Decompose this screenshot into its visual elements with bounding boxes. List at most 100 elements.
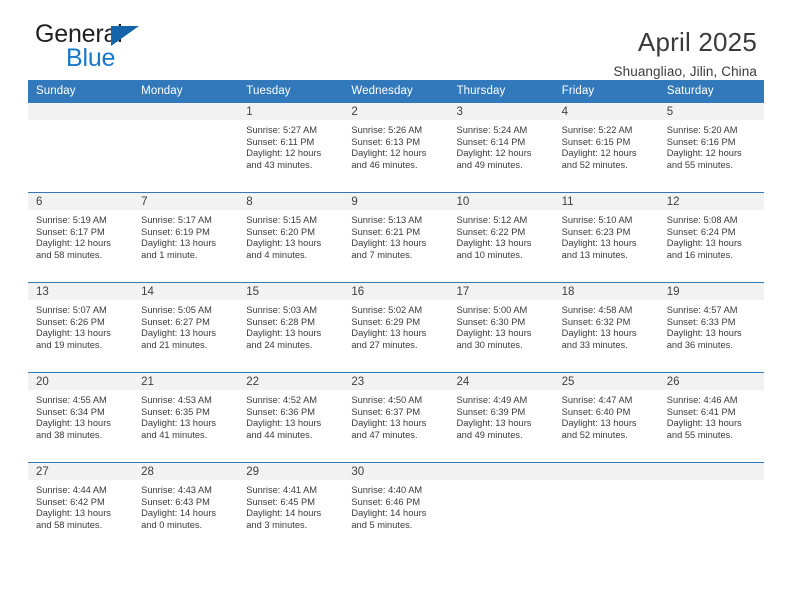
day-sun-info: Sunrise: 5:02 AM Sunset: 6:29 PM Dayligh… (351, 305, 427, 350)
calendar-day-cell[interactable]: 4 Sunrise: 5:22 AM Sunset: 6:15 PM Daylig… (553, 103, 659, 192)
calendar-day-cell[interactable]: 8 Sunrise: 5:15 AM Sunset: 6:20 PM Daylig… (238, 193, 344, 282)
weekday-header-thursday: Thursday (456, 85, 506, 97)
day-number-band: 3 (448, 103, 554, 121)
day-sun-info: Sunrise: 4:40 AM Sunset: 6:46 PM Dayligh… (351, 485, 427, 530)
calendar-day-cell[interactable]: 1 Sunrise: 5:27 AM Sunset: 6:11 PM Daylig… (238, 103, 344, 192)
weekday-header-row: Sunday Monday Tuesday Wednesday Thursday… (28, 80, 764, 103)
logo-triangle-icon (111, 26, 139, 46)
day-number: 8 (246, 196, 253, 208)
day-number-band: 17 (448, 283, 554, 301)
calendar-day-cell-empty (553, 463, 659, 552)
calendar-day-cell[interactable]: 2 Sunrise: 5:26 AM Sunset: 6:13 PM Daylig… (343, 103, 449, 192)
calendar-day-cell[interactable]: 30 Sunrise: 4:40 AM Sunset: 6:46 PM Dayli… (343, 463, 449, 552)
calendar-day-cell[interactable]: 7 Sunrise: 5:17 AM Sunset: 6:19 PM Daylig… (133, 193, 239, 282)
calendar-day-cell[interactable]: 28 Sunrise: 4:43 AM Sunset: 6:43 PM Dayli… (133, 463, 239, 552)
calendar-day-cell-empty (28, 103, 134, 192)
day-number: 4 (561, 106, 569, 118)
day-number-band: 18 (553, 283, 659, 301)
day-sun-info: Sunrise: 4:47 AM Sunset: 6:40 PM Dayligh… (561, 395, 637, 440)
day-sun-info: Sunrise: 5:10 AM Sunset: 6:23 PM Dayligh… (561, 215, 637, 260)
day-number: 21 (141, 376, 154, 388)
day-sun-info: Sunrise: 4:50 AM Sunset: 6:37 PM Dayligh… (351, 395, 427, 440)
day-number: 1 (246, 106, 253, 118)
day-sun-info: Sunrise: 5:19 AM Sunset: 6:17 PM Dayligh… (36, 215, 111, 260)
day-number: 14 (141, 286, 154, 298)
day-number-band (448, 463, 554, 481)
calendar-day-cell[interactable]: 13 Sunrise: 5:07 AM Sunset: 6:26 PM Dayli… (28, 283, 134, 372)
day-sun-info: Sunrise: 5:12 AM Sunset: 6:22 PM Dayligh… (456, 215, 532, 260)
calendar-day-cell[interactable]: 18 Sunrise: 4:58 AM Sunset: 6:32 PM Dayli… (553, 283, 659, 372)
weekday-header-monday: Monday (141, 85, 183, 97)
day-number: 11 (561, 196, 574, 208)
calendar-day-cell[interactable]: 6 Sunrise: 5:19 AM Sunset: 6:17 PM Daylig… (28, 193, 134, 282)
calendar-day-cell[interactable]: 3 Sunrise: 5:24 AM Sunset: 6:14 PM Daylig… (448, 103, 554, 192)
page-header: General Blue April 2025 Shuangliao, Jili… (28, 0, 764, 79)
calendar-day-cell[interactable]: 21 Sunrise: 4:53 AM Sunset: 6:35 PM Dayli… (133, 373, 239, 462)
day-sun-info: Sunrise: 4:57 AM Sunset: 6:33 PM Dayligh… (666, 305, 742, 350)
location-subtitle: Shuangliao, Jilin, China (613, 63, 757, 79)
day-sun-info: Sunrise: 5:17 AM Sunset: 6:19 PM Dayligh… (141, 215, 217, 260)
calendar-day-cell[interactable]: 12 Sunrise: 5:08 AM Sunset: 6:24 PM Dayli… (658, 193, 764, 282)
weekday-header-table: Sunday Monday Tuesday Wednesday Thursday… (28, 80, 764, 103)
day-number: 25 (561, 376, 575, 388)
day-sun-info: Sunrise: 4:58 AM Sunset: 6:32 PM Dayligh… (561, 305, 637, 350)
day-number: 23 (351, 376, 365, 388)
day-number: 29 (246, 466, 260, 478)
day-number-band: 23 (343, 373, 449, 391)
day-number-band (658, 463, 764, 481)
day-number: 10 (456, 196, 470, 208)
day-number-band: 30 (343, 463, 449, 481)
day-number: 27 (36, 466, 49, 478)
day-number: 12 (666, 196, 680, 208)
calendar-day-cell[interactable]: 11 Sunrise: 5:10 AM Sunset: 6:23 PM Dayli… (553, 193, 659, 282)
calendar-week-row: 27 Sunrise: 4:44 AM Sunset: 6:42 PM Dayli… (28, 462, 764, 552)
calendar-day-cell[interactable]: 17 Sunrise: 5:00 AM Sunset: 6:30 PM Dayli… (448, 283, 554, 372)
day-number-band (553, 463, 659, 481)
day-sun-info: Sunrise: 5:27 AM Sunset: 6:11 PM Dayligh… (246, 125, 322, 170)
day-sun-info: Sunrise: 4:43 AM Sunset: 6:43 PM Dayligh… (141, 485, 217, 530)
day-number-band: 26 (658, 373, 764, 391)
day-number-band: 22 (238, 373, 344, 391)
day-number-band: 7 (133, 193, 239, 211)
calendar-day-cell[interactable]: 22 Sunrise: 4:52 AM Sunset: 6:36 PM Dayli… (238, 373, 344, 462)
calendar-weeks: 1 Sunrise: 5:27 AM Sunset: 6:11 PM Daylig… (28, 103, 764, 552)
day-number: 5 (666, 106, 674, 118)
day-sun-info: Sunrise: 4:46 AM Sunset: 6:41 PM Dayligh… (666, 395, 742, 440)
day-number-band: 11 (553, 193, 659, 211)
calendar-day-cell[interactable]: 23 Sunrise: 4:50 AM Sunset: 6:37 PM Dayli… (343, 373, 449, 462)
day-number: 13 (36, 286, 49, 298)
calendar-day-cell[interactable]: 16 Sunrise: 5:02 AM Sunset: 6:29 PM Dayli… (343, 283, 449, 372)
day-sun-info: Sunrise: 4:52 AM Sunset: 6:36 PM Dayligh… (246, 395, 322, 440)
calendar-week-row: 1 Sunrise: 5:27 AM Sunset: 6:11 PM Daylig… (28, 103, 764, 192)
calendar-week-row: 20 Sunrise: 4:55 AM Sunset: 6:34 PM Dayli… (28, 372, 764, 462)
page-title: April 2025 (637, 27, 757, 57)
calendar-day-cell[interactable]: 14 Sunrise: 5:05 AM Sunset: 6:27 PM Dayli… (133, 283, 239, 372)
calendar-day-cell[interactable]: 26 Sunrise: 4:46 AM Sunset: 6:41 PM Dayli… (658, 373, 764, 462)
title-block: April 2025 Shuangliao, Jilin, China (613, 27, 758, 79)
day-sun-info: Sunrise: 4:44 AM Sunset: 6:42 PM Dayligh… (36, 485, 111, 530)
calendar-week-row: 6 Sunrise: 5:19 AM Sunset: 6:17 PM Daylig… (28, 192, 764, 282)
general-blue-logo[interactable]: General Blue (35, 22, 235, 74)
day-sun-info: Sunrise: 5:07 AM Sunset: 6:26 PM Dayligh… (36, 305, 111, 350)
calendar-day-cell[interactable]: 10 Sunrise: 5:12 AM Sunset: 6:22 PM Dayli… (448, 193, 554, 282)
calendar-day-cell[interactable]: 15 Sunrise: 5:03 AM Sunset: 6:28 PM Dayli… (238, 283, 344, 372)
calendar-week-row: 13 Sunrise: 5:07 AM Sunset: 6:26 PM Dayli… (28, 282, 764, 372)
day-sun-info: Sunrise: 4:41 AM Sunset: 6:45 PM Dayligh… (246, 485, 322, 530)
calendar-day-cell[interactable]: 29 Sunrise: 4:41 AM Sunset: 6:45 PM Dayli… (238, 463, 344, 552)
day-number: 7 (141, 196, 148, 208)
calendar-day-cell[interactable]: 19 Sunrise: 4:57 AM Sunset: 6:33 PM Dayli… (658, 283, 764, 372)
day-number-band (28, 103, 134, 121)
calendar-day-cell[interactable]: 9 Sunrise: 5:13 AM Sunset: 6:21 PM Daylig… (343, 193, 449, 282)
day-number-band: 1 (238, 103, 344, 121)
calendar-day-cell[interactable]: 25 Sunrise: 4:47 AM Sunset: 6:40 PM Dayli… (553, 373, 659, 462)
calendar-day-cell[interactable]: 5 Sunrise: 5:20 AM Sunset: 6:16 PM Daylig… (658, 103, 764, 192)
day-number-band: 2 (343, 103, 449, 121)
day-number: 28 (141, 466, 154, 478)
day-sun-info: Sunrise: 5:05 AM Sunset: 6:27 PM Dayligh… (141, 305, 217, 350)
calendar-day-cell[interactable]: 27 Sunrise: 4:44 AM Sunset: 6:42 PM Dayli… (28, 463, 134, 552)
day-number-band: 4 (553, 103, 659, 121)
calendar-day-cell[interactable]: 24 Sunrise: 4:49 AM Sunset: 6:39 PM Dayli… (448, 373, 554, 462)
calendar-day-cell[interactable]: 20 Sunrise: 4:55 AM Sunset: 6:34 PM Dayli… (28, 373, 134, 462)
day-number-band: 13 (28, 283, 134, 301)
day-number-band: 14 (133, 283, 239, 301)
